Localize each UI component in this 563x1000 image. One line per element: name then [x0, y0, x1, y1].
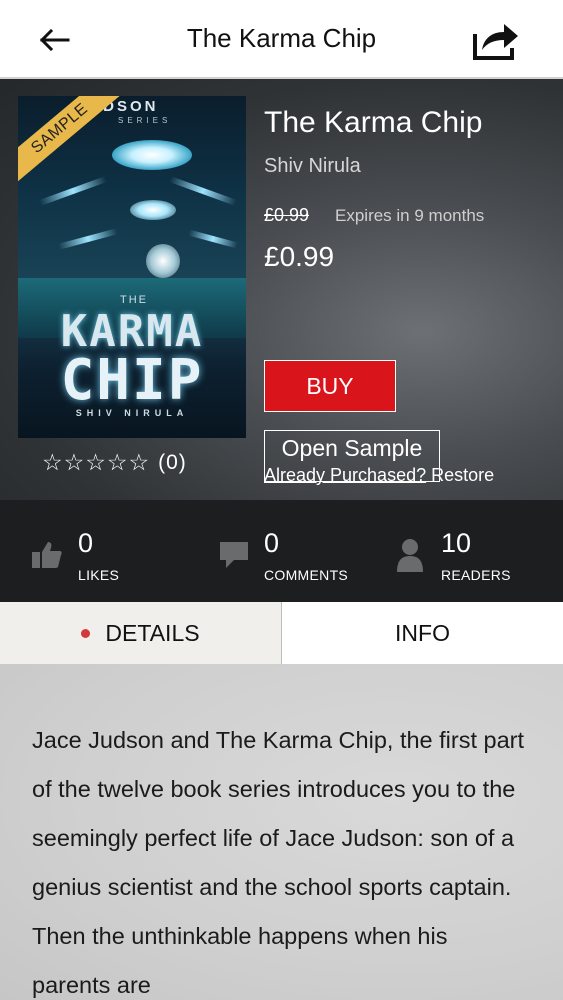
buy-button[interactable]: BUY	[264, 360, 396, 412]
tab-bar: DETAILS INFO	[0, 602, 563, 664]
thumbs-up-icon	[32, 542, 62, 568]
cover-series-sub: SERIES	[118, 116, 172, 125]
app-header: The Karma Chip	[0, 0, 563, 78]
restore-row: Already Purchased? Restore	[264, 465, 494, 486]
share-icon	[473, 24, 518, 60]
book-description: Jace Judson and The Karma Chip, the firs…	[32, 727, 525, 998]
page-title: The Karma Chip	[186, 23, 377, 53]
details-panel: Jace Judson and The Karma Chip, the firs…	[0, 664, 563, 1000]
restore-link[interactable]: Restore	[426, 465, 494, 485]
book-hero: JUDSON SERIES THE KARMA CHIP SHIV NIRULA…	[0, 79, 563, 500]
book-title: The Karma Chip	[264, 106, 483, 139]
comments-label: COMMENTS	[264, 567, 349, 583]
cover-lamp	[130, 200, 176, 220]
share-button[interactable]	[470, 18, 522, 62]
stat-likes[interactable]: 0 LIKES	[0, 500, 190, 602]
stat-readers[interactable]: 10 READERS	[380, 500, 563, 602]
cover-beam	[169, 176, 237, 206]
cover-beam	[188, 229, 238, 249]
person-icon	[397, 539, 423, 572]
cover-orb	[146, 244, 180, 278]
current-price: £0.99	[264, 241, 335, 272]
cover-lamp	[112, 140, 192, 170]
tab-info[interactable]: INFO	[281, 602, 563, 664]
stat-comments[interactable]: 0 COMMENTS	[190, 500, 380, 602]
readers-count: 10	[441, 528, 472, 558]
book-cover-image[interactable]: JUDSON SERIES THE KARMA CHIP SHIV NIRULA…	[18, 96, 246, 438]
already-purchased-link[interactable]: Already Purchased?	[264, 465, 426, 485]
comment-icon	[220, 542, 248, 568]
readers-label: READERS	[441, 567, 511, 583]
star-icons: ☆☆☆☆☆	[42, 449, 151, 475]
rating[interactable]: ☆☆☆☆☆ (0)	[42, 449, 187, 476]
rating-count: (0)	[158, 450, 187, 474]
comments-count: 0	[264, 528, 280, 558]
cover-beam	[58, 228, 118, 250]
likes-label: LIKES	[78, 567, 120, 583]
original-price: £0.99	[264, 205, 310, 225]
cover-title-line2: CHIP	[60, 348, 204, 413]
cover-author: SHIV NIRULA	[75, 408, 189, 418]
tab-details-label: DETAILS	[105, 619, 200, 646]
tab-info-label: INFO	[395, 619, 450, 646]
tab-details[interactable]: DETAILS	[0, 602, 281, 664]
arrow-left-icon	[39, 28, 70, 52]
cover-the: THE	[120, 294, 148, 306]
cover-beam	[39, 176, 107, 206]
book-author[interactable]: Shiv Nirula	[264, 155, 361, 178]
back-button[interactable]	[34, 22, 78, 58]
active-dot-icon	[81, 628, 91, 638]
open-sample-label: Open Sample	[281, 434, 423, 461]
expiry-text: Expires in 9 months	[335, 206, 485, 225]
stats-bar: 0 LIKES 0 COMMENTS 10 READERS	[0, 500, 563, 602]
likes-count: 0	[78, 528, 94, 558]
